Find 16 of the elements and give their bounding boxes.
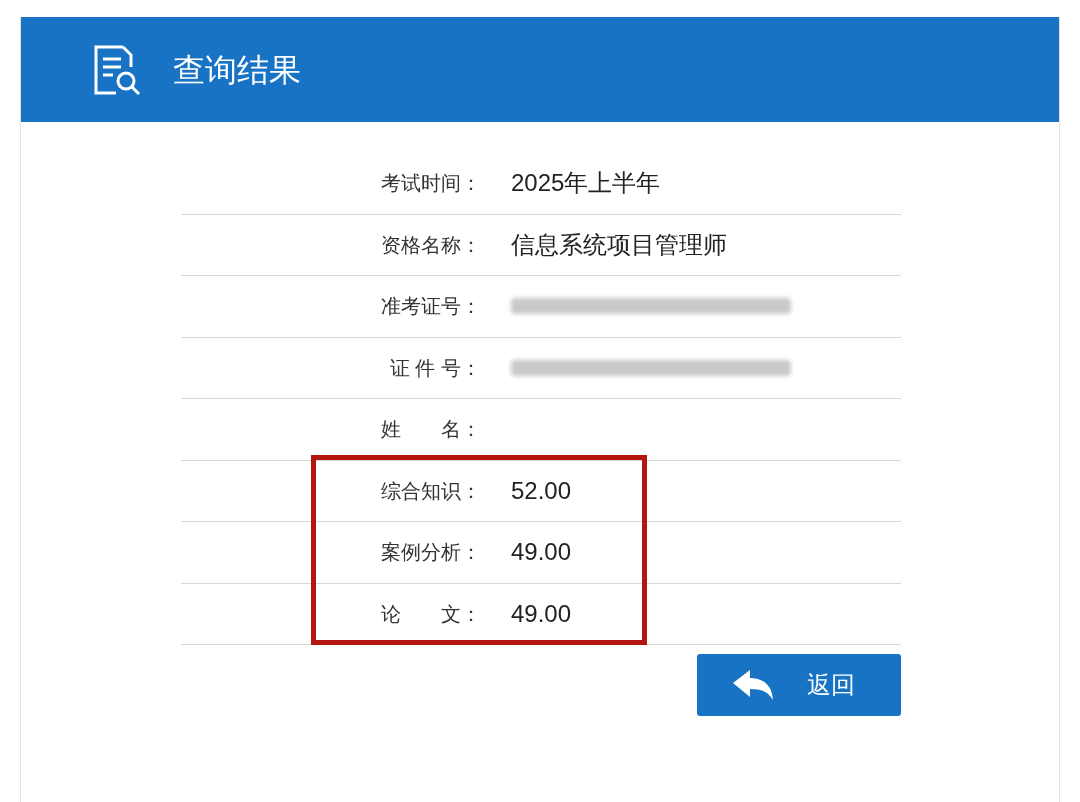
score-value: 49.00 — [511, 598, 572, 629]
field-label: 资格名称： — [380, 232, 481, 258]
field-label: 考试时间： — [380, 171, 481, 197]
field-label: 论 文： — [380, 601, 481, 627]
field-label: 证 件 号： — [388, 355, 481, 381]
field-value: 2025年上半年 — [511, 168, 661, 199]
field-label: 案例分析： — [380, 540, 481, 566]
page-title: 查询结果 — [173, 50, 301, 90]
field-value: 信息系统项目管理师 — [511, 229, 727, 260]
back-button[interactable]: 返回 — [697, 654, 901, 716]
field-label: 姓 名： — [380, 417, 481, 443]
score-value: 49.00 — [511, 537, 572, 568]
score-value: 52.00 — [511, 475, 572, 506]
field-label: 综合知识： — [380, 478, 481, 504]
back-arrow-icon — [733, 670, 773, 700]
field-label: 准考证号： — [380, 294, 481, 320]
